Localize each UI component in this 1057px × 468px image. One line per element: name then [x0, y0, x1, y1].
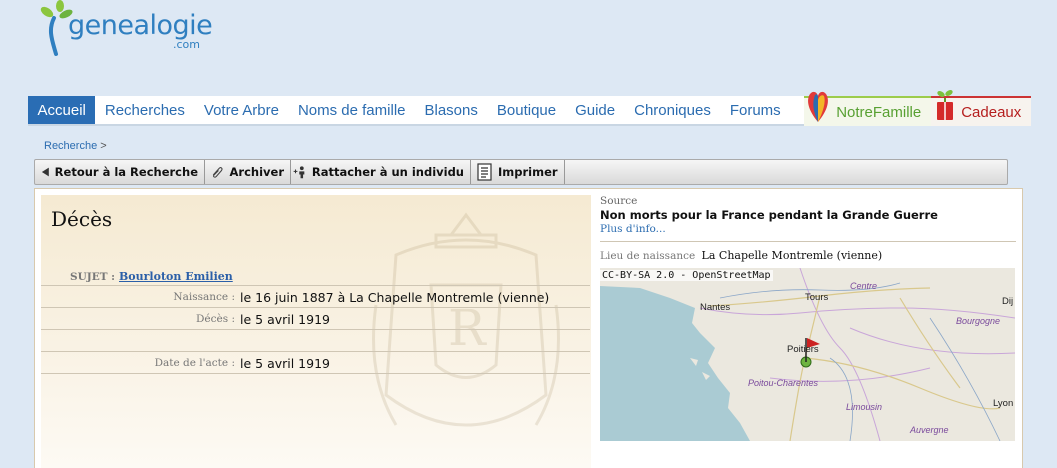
nav-item-chroniques[interactable]: Chroniques	[625, 96, 721, 124]
imprimer-label: Imprimer	[498, 165, 558, 179]
breadcrumb: Recherche >	[44, 140, 107, 152]
acte-value: le 5 avril 1919	[240, 356, 330, 371]
subject-label: SUJET :	[70, 271, 116, 283]
imprimer-button[interactable]: Imprimer	[471, 160, 565, 184]
map-region-limousin: Limousin	[846, 402, 883, 412]
breadcrumb-link-recherche[interactable]: Recherche	[44, 140, 97, 152]
map-region-poitou-charentes: Poitou-Charentes	[748, 378, 819, 388]
nav-item-notrefamille[interactable]: NotreFamille	[804, 91, 932, 126]
map-attribution: CC-BY-SA 2.0 - OpenStreetMap	[600, 270, 773, 281]
rattacher-button[interactable]: Rattacher à un individu	[291, 160, 471, 184]
map-city-nantes: Nantes	[700, 302, 731, 313]
birthplace-label: Lieu de naissance	[600, 250, 696, 262]
main-nav: Accueil Recherches Votre Arbre Noms de f…	[28, 90, 1032, 126]
birthplace-map[interactable]: CC-BY-SA 2.0 - OpenStreetMap Nantes Tour…	[600, 268, 1015, 441]
archiver-label: Archiver	[229, 165, 285, 179]
arrow-left-icon	[41, 167, 49, 177]
map-city-lyon: Lyon	[993, 398, 1014, 409]
record-details: R Décès SUJET : Bourloton Emilien Naissa…	[41, 195, 591, 468]
nav-item-votre-arbre[interactable]: Votre Arbre	[194, 96, 288, 124]
breadcrumb-separator: >	[100, 140, 107, 152]
source-panel: Source Non morts pour la France pendant …	[600, 195, 1016, 441]
deces-label: Décès :	[196, 313, 235, 325]
rattacher-label: Rattacher à un individu	[311, 165, 464, 179]
gift-icon	[937, 90, 954, 120]
map-city-tours: Tours	[805, 292, 829, 303]
naissance-value: le 16 juin 1887 à La Chapelle Montremle …	[240, 290, 550, 305]
acte-label: Date de l'acte :	[154, 357, 235, 369]
site-logo[interactable]: genealogie .com	[38, 0, 218, 60]
add-person-icon	[293, 166, 305, 179]
nav-item-noms-de-famille[interactable]: Noms de famille	[288, 96, 415, 124]
nav-item-cadeaux[interactable]: Cadeaux	[931, 90, 1032, 126]
naissance-label: Naissance :	[173, 291, 235, 303]
cadeaux-label: Cadeaux	[961, 103, 1022, 121]
retour-button[interactable]: Retour à la Recherche	[35, 160, 205, 184]
birthplace-row: Lieu de naissance La Chapelle Montremle …	[600, 249, 1016, 262]
map-city-dij: Dij	[1002, 296, 1014, 307]
source-value: Non morts pour la France pendant la Gran…	[600, 208, 938, 222]
record-content: R Décès SUJET : Bourloton Emilien Naissa…	[34, 188, 1023, 468]
birthplace-value: La Chapelle Montremle (vienne)	[701, 249, 883, 262]
acte-row: Date de l'acte : le 5 avril 1919	[41, 352, 590, 374]
nav-item-blasons[interactable]: Blasons	[415, 96, 487, 124]
empty-row	[41, 330, 590, 352]
logo-suffix: .com	[173, 38, 200, 51]
subject-name-link[interactable]: Bourloton Emilien	[119, 270, 233, 283]
action-toolbar: Retour à la Recherche Archiver Rattacher…	[34, 159, 1008, 185]
plus-info-link[interactable]: Plus d'info...	[600, 223, 1016, 235]
nav-item-forums[interactable]: Forums	[720, 96, 790, 124]
nav-item-recherches[interactable]: Recherches	[95, 96, 194, 124]
source-divider	[600, 241, 1016, 242]
paperclip-icon	[212, 167, 223, 178]
naissance-row: Naissance : le 16 juin 1887 à La Chapell…	[41, 286, 590, 308]
retour-label: Retour à la Recherche	[54, 165, 198, 179]
archiver-button[interactable]: Archiver	[205, 160, 291, 184]
source-label: Source	[600, 195, 638, 207]
notrefamille-label: NotreFamille	[836, 103, 922, 121]
deces-value: le 5 avril 1919	[240, 312, 330, 327]
deces-row: Décès : le 5 avril 1919	[41, 308, 590, 330]
nav-item-guide[interactable]: Guide	[566, 96, 625, 124]
document-icon	[477, 163, 492, 181]
heart-logo-icon	[808, 91, 829, 122]
logo-wordmark: genealogie	[68, 10, 213, 41]
map-region-auvergne: Auvergne	[910, 425, 949, 435]
record-type-title: Décès	[51, 207, 113, 231]
map-city-poitiers: Poitiers	[787, 344, 819, 355]
subject-row: SUJET : Bourloton Emilien	[41, 269, 590, 286]
map-region-bourgogne: Bourgogne	[956, 316, 1001, 326]
nav-item-accueil[interactable]: Accueil	[28, 96, 96, 124]
map-region-centre: Centre	[850, 281, 878, 291]
nav-item-boutique[interactable]: Boutique	[487, 96, 565, 124]
